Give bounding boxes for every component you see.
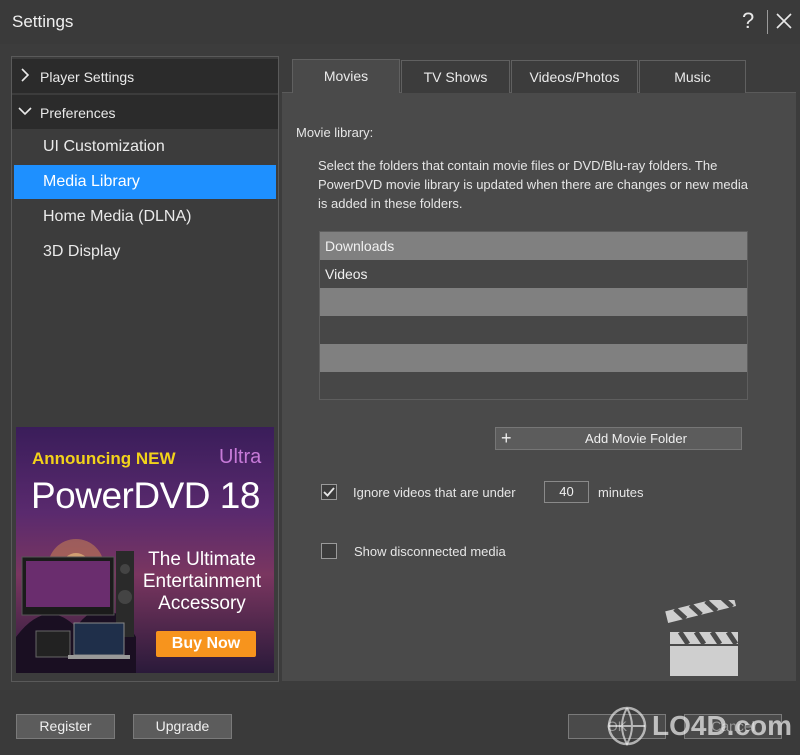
- folder-list[interactable]: Downloads Videos: [319, 231, 748, 400]
- tab-tv-shows[interactable]: TV Shows: [401, 60, 510, 93]
- upgrade-button[interactable]: Upgrade: [133, 714, 232, 739]
- chevron-right-icon: [21, 68, 30, 82]
- title-bar: Settings ?: [0, 0, 800, 44]
- add-movie-folder-label: Add Movie Folder: [585, 431, 687, 446]
- sidebar-item-media-library[interactable]: Media Library: [14, 165, 276, 199]
- sidebar-item-label: UI Customization: [43, 138, 165, 155]
- list-item: [320, 372, 747, 399]
- ignore-short-videos-label: Ignore videos that are under: [353, 485, 516, 500]
- group-label: Preferences: [40, 105, 116, 121]
- register-button[interactable]: Register: [16, 714, 115, 739]
- help-button[interactable]: ?: [742, 8, 754, 34]
- group-preferences[interactable]: Preferences: [12, 95, 278, 129]
- sidebar-item-label: Media Library: [43, 173, 140, 190]
- ignore-short-videos-checkbox[interactable]: [321, 484, 337, 500]
- title-separator: [767, 10, 768, 34]
- close-icon[interactable]: [774, 11, 794, 31]
- minutes-unit-label: minutes: [598, 485, 644, 500]
- promo-banner[interactable]: Announcing NEW Ultra PowerDVD 18 The Ult…: [16, 427, 274, 673]
- sidebar-item-home-media[interactable]: Home Media (DLNA): [14, 200, 276, 234]
- show-disconnected-label: Show disconnected media: [354, 544, 506, 559]
- sidebar-item-label: Home Media (DLNA): [43, 208, 192, 225]
- movie-library-description: Select the folders that contain movie fi…: [318, 158, 748, 211]
- tab-movies[interactable]: Movies: [292, 59, 400, 93]
- minutes-input[interactable]: 40: [544, 481, 589, 503]
- watermark-text: LO4D.com: [652, 710, 793, 741]
- sidebar-item-label: 3D Display: [43, 243, 121, 260]
- list-item: [320, 344, 747, 372]
- promo-product: PowerDVD 18: [31, 475, 260, 516]
- group-label: Player Settings: [40, 69, 135, 85]
- tab-videos-photos[interactable]: Videos/Photos: [511, 60, 638, 93]
- list-item: [320, 316, 747, 344]
- add-movie-folder-button[interactable]: + Add Movie Folder: [495, 427, 742, 450]
- list-item[interactable]: Downloads: [320, 232, 747, 260]
- settings-sidebar: Player Settings Preferences UI Customiza…: [11, 56, 279, 682]
- list-item: [320, 288, 747, 316]
- movie-library-label: Movie library:: [296, 125, 374, 140]
- list-item[interactable]: Videos: [320, 260, 747, 288]
- group-player-settings[interactable]: Player Settings: [12, 59, 278, 93]
- sidebar-item-ui-customization[interactable]: UI Customization: [14, 130, 276, 164]
- promo-tagline: The Ultimate Entertainment Accessory: [142, 549, 262, 614]
- show-disconnected-checkbox[interactable]: [321, 543, 337, 559]
- chevron-down-icon: [18, 107, 32, 116]
- window-title: Settings: [12, 12, 74, 31]
- sidebar-item-3d-display[interactable]: 3D Display: [14, 235, 276, 269]
- buy-now-button[interactable]: Buy Now: [156, 631, 256, 657]
- tab-music[interactable]: Music: [639, 60, 746, 93]
- clapperboard-icon: [665, 600, 739, 676]
- promo-headline: Announcing NEW: [32, 449, 176, 468]
- promo-edition: Ultra: [219, 446, 262, 468]
- checkmark-icon: [323, 487, 335, 497]
